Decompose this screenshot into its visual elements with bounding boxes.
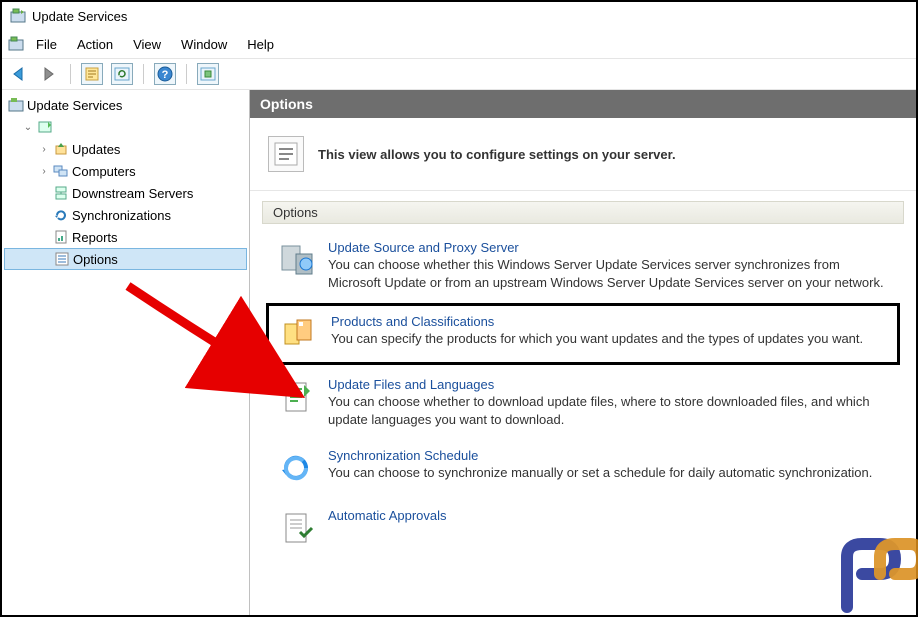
intro-row: This view allows you to configure settin…: [250, 118, 916, 191]
tree-sync-label: Synchronizations: [72, 208, 171, 223]
reports-icon: [53, 229, 69, 245]
refresh-button[interactable]: [111, 63, 133, 85]
option-title: Synchronization Schedule: [328, 448, 890, 463]
approvals-icon: [276, 508, 316, 548]
option-automatic-approvals[interactable]: Automatic Approvals: [266, 500, 900, 556]
watermark-logo: [832, 532, 918, 625]
tree-root-label: Update Services: [27, 98, 122, 113]
tree-computers-label: Computers: [72, 164, 136, 179]
option-title: Automatic Approvals: [328, 508, 890, 523]
option-update-source[interactable]: Update Source and Proxy Server You can c…: [266, 232, 900, 299]
updates-icon: [53, 141, 69, 157]
sync-icon: [53, 207, 69, 223]
panel-title: Options: [250, 90, 916, 118]
menu-file[interactable]: File: [28, 34, 65, 55]
tree-downstream-label: Downstream Servers: [72, 186, 193, 201]
window-title: Update Services: [32, 9, 127, 24]
toolbar-separator: [186, 64, 187, 84]
intro-icon: [268, 136, 304, 172]
option-desc: You can choose whether to download updat…: [328, 393, 890, 428]
svg-text:?: ?: [162, 69, 169, 81]
forward-button[interactable]: [38, 63, 60, 85]
tree-downstream[interactable]: Downstream Servers: [4, 182, 247, 204]
intro-text: This view allows you to configure settin…: [318, 147, 676, 162]
help-button[interactable]: ?: [154, 63, 176, 85]
products-icon: [279, 314, 319, 354]
menu-window[interactable]: Window: [173, 34, 235, 55]
files-icon: [276, 377, 316, 417]
tree-sync[interactable]: Synchronizations: [4, 204, 247, 226]
titlebar: Update Services: [2, 2, 916, 30]
tree-updates-label: Updates: [72, 142, 120, 157]
properties-button[interactable]: [81, 63, 103, 85]
tree-root[interactable]: Update Services: [4, 94, 247, 116]
option-update-files[interactable]: Update Files and Languages You can choos…: [266, 369, 900, 436]
menu-action[interactable]: Action: [69, 34, 121, 55]
app-icon-small: [8, 36, 24, 52]
tree-reports[interactable]: Reports: [4, 226, 247, 248]
tree-server[interactable]: ⌄: [4, 116, 247, 138]
app-icon: [10, 8, 26, 24]
toolbar-separator: [70, 64, 71, 84]
nav-tree[interactable]: Update Services ⌄ ›: [4, 94, 247, 270]
option-title: Update Source and Proxy Server: [328, 240, 890, 255]
collapse-icon[interactable]: ⌄: [22, 122, 34, 133]
computers-icon: [53, 163, 69, 179]
menu-view[interactable]: View: [125, 34, 169, 55]
schedule-icon: [276, 448, 316, 488]
tree-updates[interactable]: › Updates: [4, 138, 247, 160]
tree-options[interactable]: Options: [4, 248, 247, 270]
options-icon: [54, 251, 70, 267]
server-proxy-icon: [276, 240, 316, 280]
option-products-classifications[interactable]: Products and Classifications You can spe…: [266, 303, 900, 365]
expand-icon[interactable]: ›: [38, 166, 50, 177]
toolbar-separator: [143, 64, 144, 84]
main-pane: Options This view allows you to configur…: [250, 90, 916, 615]
services-icon: [8, 97, 24, 113]
downstream-icon: [53, 185, 69, 201]
tree-pane: Update Services ⌄ ›: [2, 90, 250, 615]
back-button[interactable]: [8, 63, 30, 85]
option-desc: You can specify the products for which y…: [331, 330, 887, 348]
option-desc: You can choose whether this Windows Serv…: [328, 256, 890, 291]
console-button[interactable]: [197, 63, 219, 85]
option-desc: You can choose to synchronize manually o…: [328, 464, 890, 482]
option-title: Update Files and Languages: [328, 377, 890, 392]
option-sync-schedule[interactable]: Synchronization Schedule You can choose …: [266, 440, 900, 496]
menu-help[interactable]: Help: [239, 34, 282, 55]
option-title: Products and Classifications: [331, 314, 887, 329]
expand-icon[interactable]: ›: [38, 144, 50, 155]
tree-options-label: Options: [73, 252, 118, 267]
menubar: File Action View Window Help: [2, 30, 916, 58]
tree-computers[interactable]: › Computers: [4, 160, 247, 182]
content: Update Services ⌄ ›: [2, 90, 916, 615]
section-header: Options: [262, 201, 904, 224]
tree-reports-label: Reports: [72, 230, 118, 245]
panel-body[interactable]: This view allows you to configure settin…: [250, 118, 916, 613]
toolbar: ?: [2, 58, 916, 90]
server-icon: [37, 119, 53, 135]
